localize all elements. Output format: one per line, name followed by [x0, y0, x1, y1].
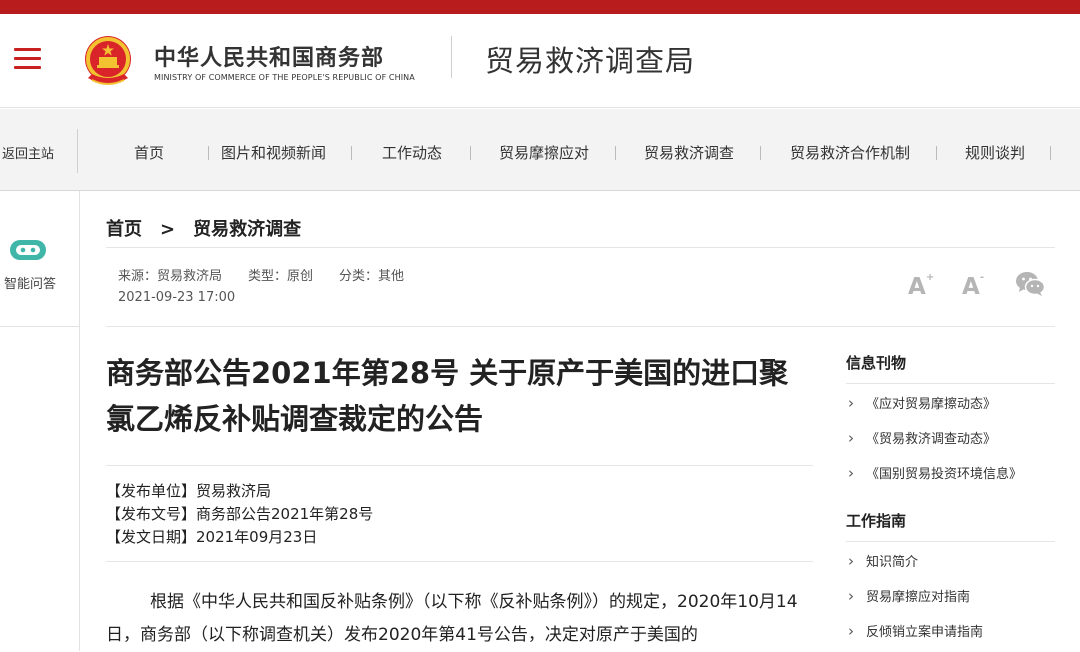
site-header: 中华人民共和国商务部 MINISTRY OF COMMERCE OF THE P… — [0, 14, 1080, 108]
divider — [106, 465, 813, 466]
bureau-name: 贸易救济调查局 — [485, 44, 696, 78]
wechat-icon[interactable] — [1015, 270, 1045, 298]
divider — [846, 541, 1055, 542]
meta-date: 2021-09-23 17:00 — [118, 290, 236, 305]
publication-link[interactable]: 《应对贸易摩擦动态》 — [846, 386, 1056, 422]
nav-separator — [936, 146, 937, 160]
nav-separator — [615, 146, 616, 160]
divider — [846, 383, 1055, 384]
nav-separator — [208, 146, 209, 160]
publications-heading: 信息刊物 — [846, 354, 907, 372]
top-accent-bar — [0, 0, 1080, 14]
guide-link[interactable]: 反倾销立案申请指南 — [846, 614, 1056, 650]
national-emblem-icon — [85, 36, 131, 85]
meta-category: 分类：其他 — [339, 269, 405, 284]
ministry-name-en: MINISTRY OF COMMERCE OF THE PEOPLE'S REP… — [154, 73, 415, 82]
main-nav: 返回主站 首页 图片和视频新闻 工作动态 贸易摩擦应对 贸易救济调查 贸易救济合… — [0, 109, 1080, 191]
publication-link[interactable]: 《国别贸易投资环境信息》 — [846, 456, 1056, 492]
meta-source: 来源：贸易救济局 — [118, 269, 223, 284]
divider — [106, 247, 1055, 248]
menu-icon[interactable] — [14, 48, 41, 70]
divider — [106, 326, 1055, 327]
nav-item-trade-remedy[interactable]: 贸易救济调查 — [644, 142, 734, 163]
meta-type: 类型：原创 — [248, 269, 314, 284]
breadcrumb-home[interactable]: 首页 — [106, 219, 142, 240]
breadcrumb: 首页 > 贸易救济调查 — [106, 215, 301, 241]
side-panel: 智能问答 — [0, 191, 80, 651]
nav-separator — [351, 146, 352, 160]
side-divider — [0, 326, 80, 327]
breadcrumb-current[interactable]: 贸易救济调查 — [193, 219, 301, 240]
nav-divider — [77, 129, 78, 173]
font-larger-sign: + — [925, 272, 935, 283]
nav-item-work-news[interactable]: 工作动态 — [382, 142, 442, 163]
guide-link[interactable]: 知识简介 — [846, 544, 1056, 580]
font-larger-button[interactable]: A+ — [908, 272, 935, 300]
guides-heading: 工作指南 — [846, 512, 907, 530]
font-larger-label: A — [908, 274, 926, 300]
divider — [106, 561, 813, 562]
nav-item-photos-videos[interactable]: 图片和视频新闻 — [221, 142, 326, 163]
font-smaller-label: A — [962, 274, 980, 300]
nav-item-rules-negotiation[interactable]: 规则谈判 — [965, 142, 1025, 163]
article-paragraph: 根据《中华人民共和国反补贴条例》（以下称《反补贴条例》）的规定，2020年10月… — [106, 592, 798, 645]
guide-link[interactable]: 贸易摩擦应对指南 — [846, 579, 1056, 615]
nav-separator — [760, 146, 761, 160]
back-to-main-site-link[interactable]: 返回主站 — [2, 143, 54, 162]
nav-item-home[interactable]: 首页 — [134, 142, 164, 163]
nav-separator — [470, 146, 471, 160]
font-smaller-sign: - — [979, 272, 984, 283]
smart-qa-label[interactable]: 智能问答 — [4, 273, 56, 292]
article-meta: 来源：贸易救济局 类型：原创 分类：其他 — [118, 265, 430, 284]
nav-separator — [1050, 146, 1051, 160]
article-info: 【发布单位】贸易救济局 【发布文号】商务部公告2021年第28号 【发文日期】2… — [106, 480, 373, 549]
robot-icon[interactable] — [8, 237, 48, 263]
publication-link[interactable]: 《贸易救济调查动态》 — [846, 421, 1056, 457]
font-smaller-button[interactable]: A- — [962, 272, 984, 300]
right-sidebar: 信息刊物 《应对贸易摩擦动态》 《贸易救济调查动态》 《国别贸易投资环境信息》 … — [846, 352, 1056, 650]
info-publisher: 【发布单位】贸易救济局 — [106, 482, 272, 500]
ministry-name-cn: 中华人民共和国商务部 — [154, 46, 385, 71]
header-divider — [451, 36, 452, 78]
nav-item-cooperation[interactable]: 贸易救济合作机制 — [790, 142, 910, 163]
info-doc-number: 【发布文号】商务部公告2021年第28号 — [106, 505, 374, 523]
breadcrumb-separator: > — [160, 219, 176, 240]
nav-item-trade-friction[interactable]: 贸易摩擦应对 — [499, 142, 589, 163]
info-issue-date: 【发文日期】2021年09月23日 — [106, 528, 318, 546]
article-title: 商务部公告2021年第28号 关于原产于美国的进口聚氯乙烯反补贴调查裁定的公告 — [106, 356, 789, 436]
